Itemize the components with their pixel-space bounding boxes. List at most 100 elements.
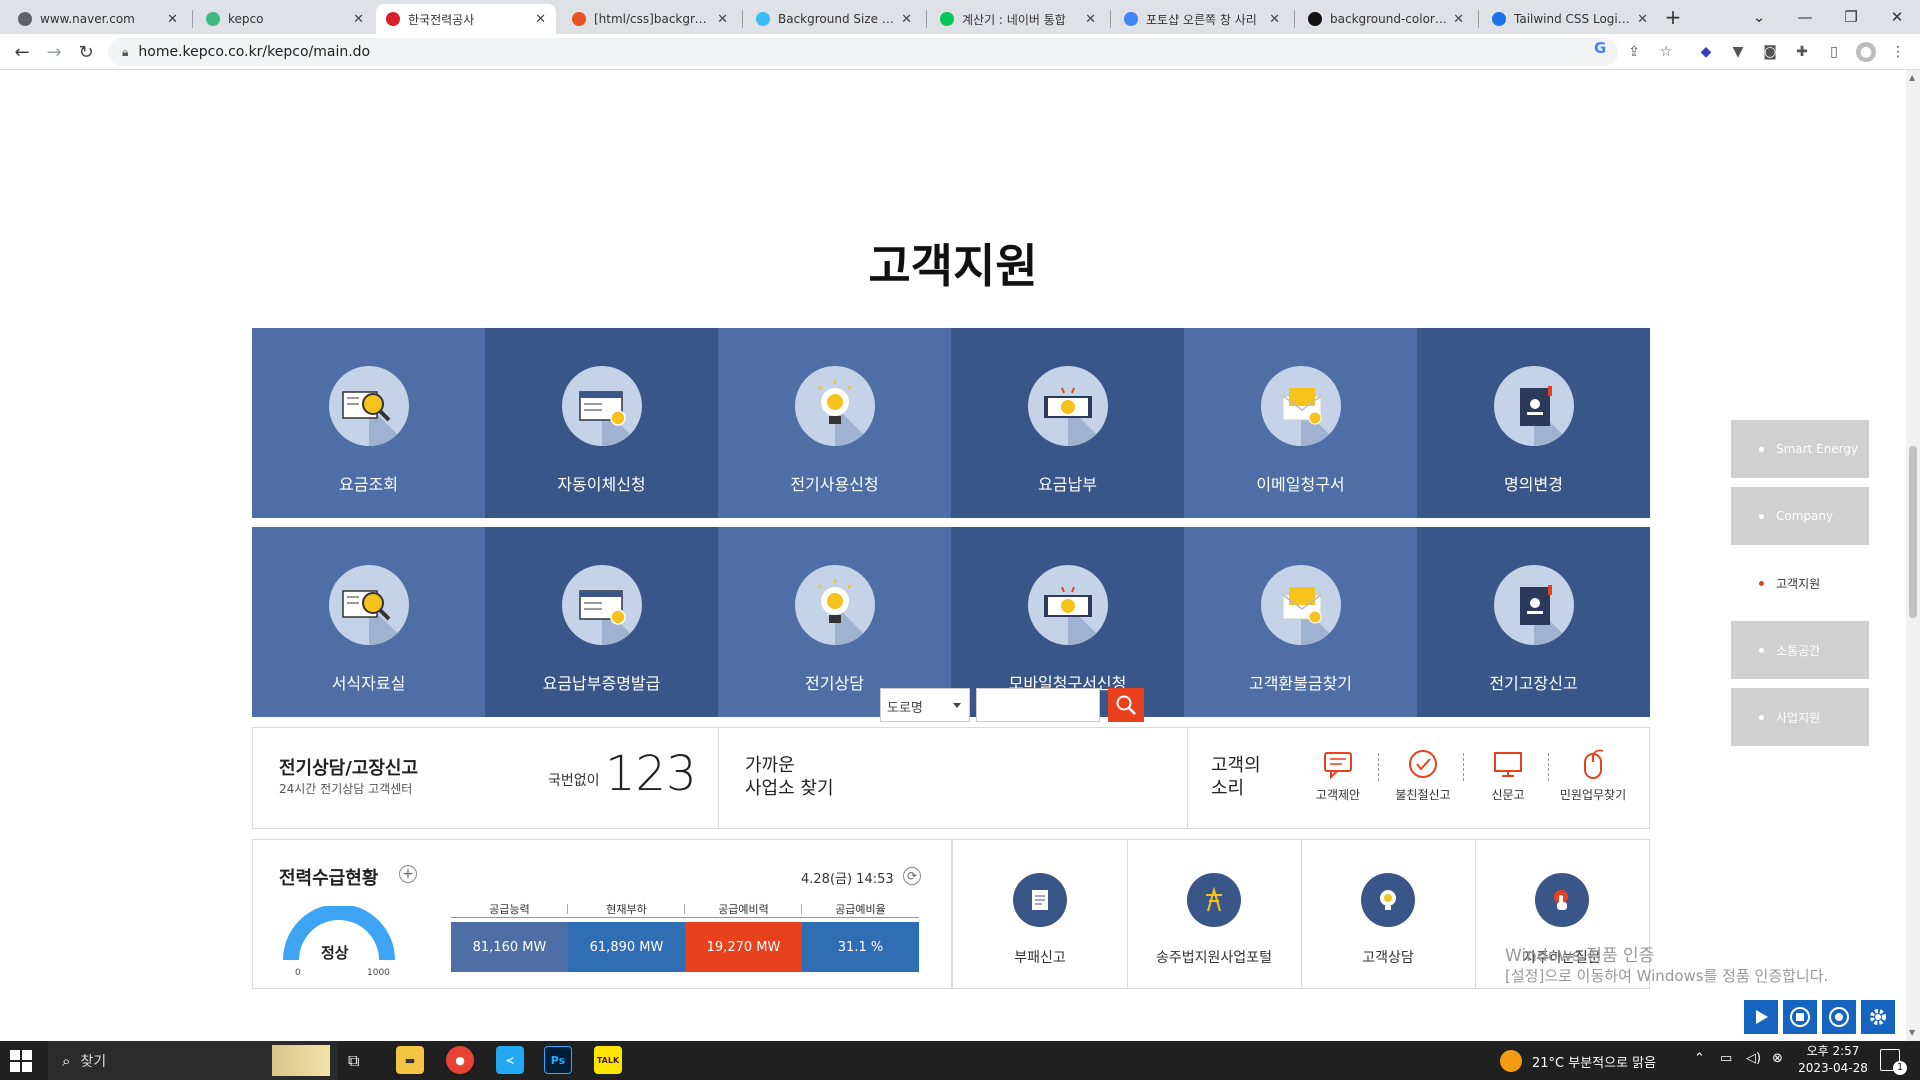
- browser-tab[interactable]: 계산기 : 네이버 통합 ✕: [930, 4, 1106, 34]
- plus-icon[interactable]: +: [399, 865, 417, 883]
- close-tab-icon[interactable]: ✕: [167, 12, 178, 27]
- side-nav-communication[interactable]: 소통공간: [1731, 621, 1869, 679]
- share-icon[interactable]: ⇪: [1624, 42, 1644, 62]
- service-tile-auto-transfer[interactable]: 자동이체신청: [485, 328, 718, 518]
- side-panel-icon[interactable]: ▯: [1824, 42, 1844, 62]
- service-tile-refund[interactable]: 고객환불금찾기: [1184, 527, 1417, 717]
- quick-link-transmission-portal[interactable]: 송주법지원사업포털: [1127, 843, 1301, 989]
- ime-icon[interactable]: ⊗: [1772, 1051, 1783, 1066]
- tailwind-login-favicon-icon: [1492, 12, 1506, 26]
- service-tile-outage-report[interactable]: 전기고장신고: [1417, 527, 1650, 717]
- view-button[interactable]: [1820, 998, 1858, 1036]
- service-tile-forms[interactable]: 서식자료실: [252, 527, 485, 717]
- voice-civil-service[interactable]: 민원업무찾기: [1548, 748, 1638, 828]
- camera-icon[interactable]: ◙: [1760, 42, 1780, 62]
- vscode-icon[interactable]: ≺: [496, 1046, 524, 1074]
- browser-tab-active[interactable]: 한국전력공사 ✕: [376, 4, 556, 34]
- naver-favicon-icon: [18, 12, 32, 26]
- tray-chevron-icon[interactable]: ⌃: [1694, 1051, 1705, 1066]
- monitor-icon: [1494, 752, 1522, 777]
- settings-button[interactable]: [1859, 998, 1897, 1036]
- service-tile-name-change[interactable]: 명의변경: [1417, 328, 1650, 518]
- play-icon: [1756, 1010, 1768, 1024]
- weather-icon[interactable]: [1500, 1050, 1522, 1072]
- close-tab-icon[interactable]: ✕: [1085, 12, 1096, 27]
- weather-text[interactable]: 21°C 부분적으로 맑음: [1532, 1052, 1656, 1071]
- service-tile-payment[interactable]: 요금납부: [951, 328, 1184, 518]
- stop-button[interactable]: [1781, 998, 1819, 1036]
- browser-tab[interactable]: 포토샵 오른쪽 창 사리 ✕: [1114, 4, 1290, 34]
- browser-tab[interactable]: kepco ✕: [196, 4, 374, 34]
- reload-icon[interactable]: ↻: [72, 38, 100, 66]
- voice-unkindness-report[interactable]: 불친절신고: [1378, 748, 1468, 828]
- google-lens-icon[interactable]: G: [1594, 39, 1606, 57]
- url-text: home.kepco.co.kr/kepco/main.do: [138, 44, 371, 60]
- puzzle-icon[interactable]: ✚: [1792, 42, 1812, 62]
- bookmark-star-icon[interactable]: ☆: [1656, 42, 1676, 62]
- close-window-icon[interactable]: ✕: [1874, 0, 1920, 34]
- section-title: 고객지원: [868, 239, 1038, 293]
- photoshop-icon[interactable]: Ps: [544, 1046, 572, 1074]
- extension-2-icon[interactable]: ▼: [1728, 42, 1748, 62]
- extension-1-icon[interactable]: ◆: [1696, 42, 1716, 62]
- close-tab-icon[interactable]: ✕: [535, 12, 546, 27]
- side-nav-business-support[interactable]: 사업지원: [1731, 688, 1869, 746]
- service-tile-electricity-application[interactable]: 전기사용신청: [718, 328, 951, 518]
- tab-search-icon[interactable]: ⌄: [1736, 0, 1782, 34]
- voice-suggestion[interactable]: 고객제안: [1293, 748, 1383, 828]
- scroll-down-icon[interactable]: ▼: [1909, 1028, 1915, 1037]
- menu-kebab-icon[interactable]: ⋮: [1888, 42, 1908, 62]
- service-tile-payment-certificate[interactable]: 요금납부증명발급: [485, 527, 718, 717]
- service-tile-email-bill[interactable]: 이메일청구서: [1184, 328, 1417, 518]
- forward-icon[interactable]: →: [40, 38, 68, 66]
- bulb-icon: [794, 366, 875, 446]
- quick-link-corruption-report[interactable]: 부패신고: [953, 843, 1127, 989]
- clock[interactable]: 오후 2:57 2023-04-28: [1790, 1043, 1876, 1077]
- refresh-icon[interactable]: ⟳: [903, 867, 921, 885]
- close-tab-icon[interactable]: ✕: [901, 12, 912, 27]
- file-explorer-icon[interactable]: ▬: [396, 1046, 424, 1074]
- service-tile-bill-inquiry[interactable]: 요금조회: [252, 328, 485, 518]
- chrome-icon[interactable]: ●: [446, 1046, 474, 1074]
- scrollbar-thumb[interactable]: [1909, 446, 1917, 618]
- close-tab-icon[interactable]: ✕: [1453, 12, 1464, 27]
- profile-avatar[interactable]: ●: [1856, 42, 1876, 62]
- task-view-icon[interactable]: ⧉: [348, 1051, 359, 1071]
- browser-tab[interactable]: www.naver.com ✕: [8, 4, 188, 34]
- close-tab-icon[interactable]: ✕: [1269, 12, 1280, 27]
- side-nav-customer-support[interactable]: 고객지원: [1731, 554, 1869, 612]
- side-nav-company[interactable]: Company: [1731, 487, 1869, 545]
- url-field[interactable]: 🔒︎ home.kepco.co.kr/kepco/main.do: [108, 38, 1618, 66]
- search-icon: ⌕: [62, 1051, 71, 1070]
- scroll-up-icon[interactable]: ▲: [1909, 73, 1915, 82]
- play-button[interactable]: [1742, 998, 1780, 1036]
- gauge-status: 정상: [321, 944, 349, 962]
- taskbar-search[interactable]: ⌕ 찾기: [48, 1041, 338, 1080]
- search-button[interactable]: [1108, 688, 1144, 722]
- voice-petition[interactable]: 신문고: [1463, 748, 1553, 828]
- volume-icon[interactable]: ◁): [1746, 1051, 1761, 1066]
- side-nav-smart-energy[interactable]: Smart Energy: [1731, 420, 1869, 478]
- kakaotalk-icon[interactable]: TALK: [594, 1046, 622, 1074]
- close-tab-icon[interactable]: ✕: [1637, 12, 1648, 27]
- back-icon[interactable]: ←: [8, 38, 36, 66]
- close-tab-icon[interactable]: ✕: [717, 12, 728, 27]
- hotline-number[interactable]: 123: [605, 750, 697, 798]
- browser-tab[interactable]: [html/css]background✕: [562, 4, 738, 34]
- minimize-icon[interactable]: —: [1782, 0, 1828, 34]
- browser-tab[interactable]: Tailwind CSS Login Fo ✕: [1482, 4, 1658, 34]
- quick-link-customer-consult[interactable]: 고객상담: [1301, 843, 1475, 989]
- network-icon[interactable]: ▭: [1720, 1051, 1732, 1066]
- office-search-input[interactable]: [976, 688, 1100, 722]
- page-scrollbar[interactable]: ▲ ▼: [1906, 70, 1920, 1041]
- supply-capacity-value: 81,160 MW: [451, 922, 568, 972]
- mouse-icon: [1584, 749, 1604, 779]
- road-address-select[interactable]: 도로명: [880, 688, 970, 722]
- browser-tab[interactable]: background-color - C ✕: [1298, 4, 1474, 34]
- new-tab-button[interactable]: +: [1650, 0, 1696, 34]
- windows-start-icon[interactable]: [10, 1050, 32, 1076]
- close-tab-icon[interactable]: ✕: [353, 12, 364, 27]
- browser-tab[interactable]: Background Size - Ta ✕: [746, 4, 922, 34]
- restore-icon[interactable]: ❐: [1828, 0, 1874, 34]
- id-card-icon: [1493, 366, 1574, 446]
